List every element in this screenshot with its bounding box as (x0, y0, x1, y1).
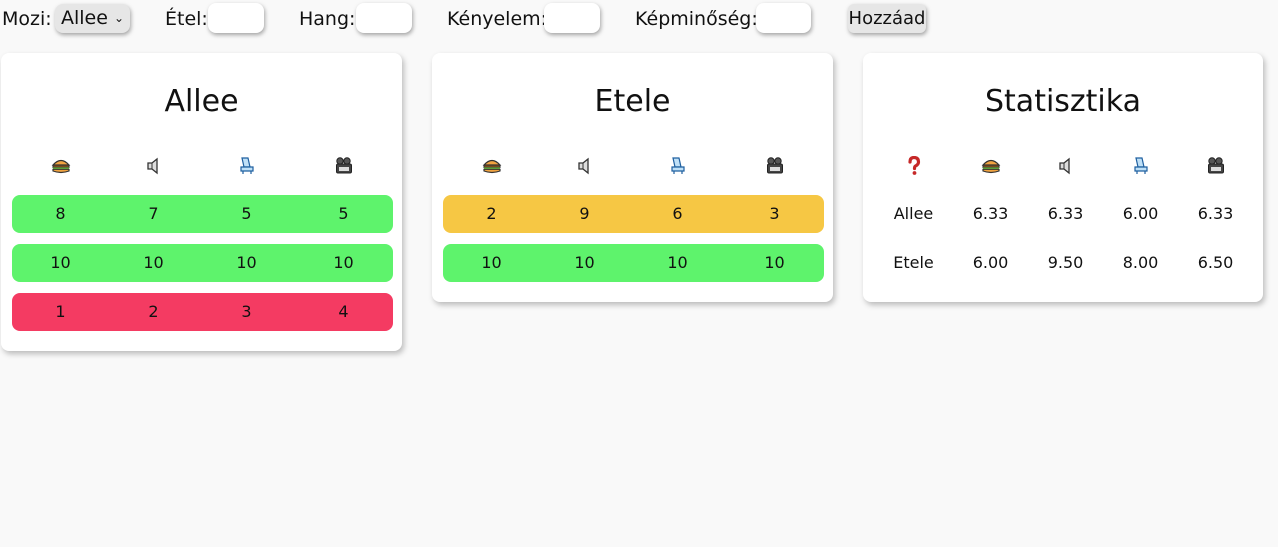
rating-sound: 10 (574, 253, 595, 272)
hang-input[interactable] (356, 3, 412, 33)
projector-icon (1178, 146, 1253, 184)
projector-icon (728, 146, 821, 184)
card-title: Etele (594, 84, 671, 119)
card-icon-header (443, 146, 824, 184)
stats-comfort-avg: 8.00 (1122, 253, 1159, 272)
stats-food-avg: 6.00 (972, 253, 1009, 272)
stats-cinema-name: Etele (893, 253, 934, 272)
stats-sound-avg: 9.50 (1047, 253, 1084, 272)
rating-row: 10 10 10 10 (12, 244, 393, 282)
etel-label: Étel: (165, 8, 208, 30)
etel-input[interactable] (208, 3, 264, 33)
mozi-label: Mozi: (2, 8, 52, 30)
question-icon (876, 146, 951, 184)
rating-picture: 4 (338, 302, 349, 321)
hang-label: Hang: (299, 8, 356, 30)
kepminoseg-label: Képminőség: (635, 8, 758, 30)
rating-sound: 9 (579, 204, 590, 223)
rating-sound: 10 (143, 253, 164, 272)
toolbar: Mozi: Allee ⌄ Étel: Hang: Kényelem: Képm… (0, 0, 1278, 38)
cinema-card-allee: Allee 8 7 5 5 10 10 10 10 1 2 3 4 (1, 53, 402, 351)
stats-row: Allee 6.33 6.33 6.00 6.33 (876, 195, 1254, 233)
add-button[interactable]: Hozzáad (848, 4, 926, 33)
rating-row: 1 2 3 4 (12, 293, 393, 331)
card-title: Statisztika (985, 84, 1141, 119)
card-icon-header (12, 146, 393, 184)
projector-icon (297, 146, 390, 184)
rating-picture: 10 (333, 253, 354, 272)
rating-comfort: 5 (241, 204, 252, 223)
rating-row: 8 7 5 5 (12, 195, 393, 233)
cinema-card-etele: Etele 2 9 6 3 10 10 10 10 (432, 53, 833, 302)
kenyelem-input[interactable] (544, 3, 600, 33)
stats-picture-avg: 6.50 (1197, 253, 1234, 272)
stats-cinema-name: Allee (893, 204, 934, 223)
rating-picture: 3 (769, 204, 780, 223)
stats-food-avg: 6.33 (972, 204, 1009, 223)
rating-food: 10 (481, 253, 502, 272)
speaker-icon (538, 146, 631, 184)
stats-sound-avg: 6.33 (1047, 204, 1084, 223)
seat-icon (631, 146, 724, 184)
rating-sound: 7 (148, 204, 159, 223)
stats-row: Etele 6.00 9.50 8.00 6.50 (876, 244, 1254, 282)
rating-comfort: 10 (236, 253, 257, 272)
rating-food: 1 (55, 302, 66, 321)
burger-icon (445, 146, 538, 184)
speaker-icon (107, 146, 200, 184)
mozi-select[interactable]: Allee ⌄ (55, 4, 130, 33)
rating-row: 2 9 6 3 (443, 195, 824, 233)
seat-icon (1103, 146, 1178, 184)
stats-comfort-avg: 6.00 (1122, 204, 1159, 223)
burger-icon (14, 146, 107, 184)
kenyelem-label: Kényelem: (447, 8, 548, 30)
seat-icon (200, 146, 293, 184)
stats-icon-header (876, 146, 1254, 184)
mozi-select-value: Allee (61, 7, 108, 29)
rating-comfort: 10 (667, 253, 688, 272)
kepminoseg-input[interactable] (756, 3, 811, 33)
rating-picture: 5 (338, 204, 349, 223)
rating-food: 10 (50, 253, 71, 272)
chevron-down-icon: ⌄ (113, 11, 124, 25)
rating-picture: 10 (764, 253, 785, 272)
rating-comfort: 6 (672, 204, 683, 223)
card-title: Allee (164, 84, 239, 119)
rating-sound: 2 (148, 302, 159, 321)
rating-comfort: 3 (241, 302, 252, 321)
rating-food: 8 (55, 204, 66, 223)
rating-food: 2 (486, 204, 497, 223)
burger-icon (953, 146, 1028, 184)
rating-row: 10 10 10 10 (443, 244, 824, 282)
stats-picture-avg: 6.33 (1197, 204, 1234, 223)
speaker-icon (1028, 146, 1103, 184)
